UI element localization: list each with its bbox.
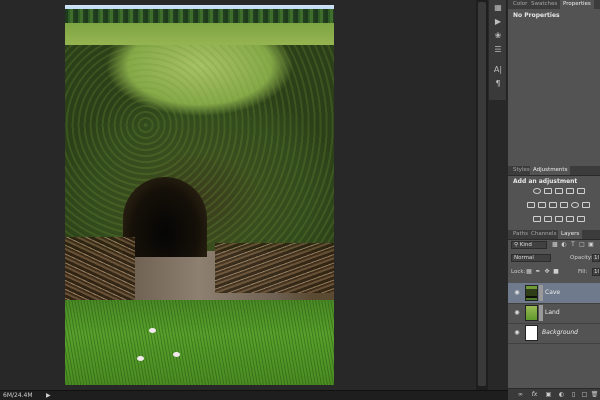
- add-mask-icon[interactable]: ▣: [544, 391, 553, 399]
- black-white-icon[interactable]: [549, 202, 557, 208]
- tab-channels[interactable]: Channels: [528, 230, 559, 239]
- lock-label: Lock:: [511, 269, 526, 275]
- gradient-map-icon[interactable]: [577, 216, 585, 222]
- new-layer-icon[interactable]: □: [580, 391, 589, 399]
- layer-filter-value: Kind: [519, 242, 532, 248]
- canvas-grass: [65, 300, 334, 385]
- layer-name[interactable]: Background: [542, 329, 578, 336]
- brightness-contrast-icon[interactable]: [533, 188, 541, 194]
- fill-field[interactable]: 10: [592, 268, 600, 276]
- visibility-eye-icon[interactable]: ◉: [513, 289, 521, 296]
- layer-row-background[interactable]: ◉ Background: [508, 323, 600, 344]
- threshold-icon[interactable]: [555, 216, 563, 222]
- opacity-label: Opacity:: [570, 255, 593, 261]
- opacity-value: 10: [594, 255, 599, 261]
- actions-play-icon[interactable]: ▶: [492, 17, 504, 27]
- tab-properties[interactable]: Properties: [560, 0, 594, 9]
- canvas-tunnel: [123, 177, 207, 257]
- layer-filter-select[interactable]: ⚲ Kind: [511, 241, 547, 249]
- posterize-icon[interactable]: [544, 216, 552, 222]
- adjustment-filter-icon[interactable]: ◐: [561, 242, 567, 248]
- fill-value: 10: [594, 269, 599, 275]
- adjustments-title: Add an adjustment: [513, 178, 578, 185]
- status-menu-arrow-icon[interactable]: ▶: [46, 392, 51, 399]
- smart-object-badge-icon: [539, 285, 543, 301]
- panel-dock: Color Swatches Properties No Properties …: [508, 0, 600, 400]
- invert-icon[interactable]: [533, 216, 541, 222]
- link-layers-icon[interactable]: ∞: [516, 391, 525, 399]
- layers-panel: ⚲ Kind ▩ ◐ T □ ▣ Normal Opacity: 10 Lock…: [508, 239, 600, 389]
- curves-icon[interactable]: [555, 188, 563, 194]
- visibility-eye-icon[interactable]: ◉: [513, 329, 521, 336]
- status-bar: 6M/24.4M ▶: [0, 390, 508, 400]
- canvas-sticks-right: [215, 243, 334, 293]
- history-icon[interactable]: ▦: [492, 3, 504, 13]
- new-group-icon[interactable]: ▯: [569, 391, 578, 399]
- layers-footer: ∞ fx ▣ ◐ ▯ □ 🗑: [508, 388, 600, 400]
- layer-name[interactable]: Cave: [545, 289, 560, 296]
- selective-color-icon[interactable]: [566, 216, 574, 222]
- tab-layers[interactable]: Layers: [558, 230, 583, 239]
- paragraph-icon[interactable]: ¶: [492, 79, 504, 89]
- smart-object-badge-icon: [539, 305, 543, 321]
- pixel-filter-icon[interactable]: ▩: [552, 242, 558, 248]
- photo-filter-icon[interactable]: [560, 202, 568, 208]
- canvas-flower: [149, 328, 156, 333]
- properties-message: No Properties: [513, 12, 560, 19]
- color-balance-icon[interactable]: [538, 202, 546, 208]
- delete-layer-icon[interactable]: 🗑: [590, 391, 599, 399]
- opacity-field[interactable]: 10: [592, 254, 600, 262]
- document-canvas[interactable]: [65, 5, 334, 385]
- type-filter-icon[interactable]: T: [570, 242, 576, 248]
- exposure-icon[interactable]: [566, 188, 574, 194]
- layer-name[interactable]: Land: [545, 309, 560, 316]
- layer-thumbnail: [525, 325, 538, 341]
- tab-swatches[interactable]: Swatches: [528, 0, 560, 9]
- search-icon: ⚲: [514, 242, 519, 248]
- layer-style-icon[interactable]: fx: [530, 391, 539, 399]
- properties-panel: No Properties: [508, 9, 600, 165]
- character-icon[interactable]: A|: [492, 65, 504, 75]
- document-size[interactable]: 6M/24.4M: [3, 392, 33, 399]
- tab-adjustments[interactable]: Adjustments: [530, 166, 571, 175]
- visibility-eye-icon[interactable]: ◉: [513, 309, 521, 316]
- scrollbar-thumb[interactable]: [478, 2, 486, 386]
- color-lookup-icon[interactable]: [582, 202, 590, 208]
- blend-mode-select[interactable]: Normal: [511, 254, 551, 262]
- tool-presets-icon[interactable]: ☰: [492, 45, 504, 55]
- smart-object-filter-icon[interactable]: ▣: [588, 242, 594, 248]
- layer-row-cave[interactable]: ◉ Cave: [508, 283, 600, 304]
- layer-row-land[interactable]: ◉ Land: [508, 303, 600, 324]
- vibrance-icon[interactable]: [577, 188, 585, 194]
- shape-filter-icon[interactable]: □: [579, 242, 585, 248]
- hue-saturation-icon[interactable]: [527, 202, 535, 208]
- layer-thumbnail: [525, 285, 538, 301]
- layer-thumbnail: [525, 305, 538, 321]
- levels-icon[interactable]: [544, 188, 552, 194]
- panel-icon-strip: ▦ ▶ ❀ ☰ A| ¶: [489, 0, 507, 100]
- canvas-flower: [137, 356, 144, 361]
- new-adjustment-layer-icon[interactable]: ◐: [557, 391, 566, 399]
- lock-transparent-icon[interactable]: ▦: [526, 269, 532, 275]
- channel-mixer-icon[interactable]: [571, 202, 579, 208]
- fill-label: Fill:: [578, 269, 588, 275]
- canvas-flower: [173, 352, 180, 357]
- lock-all-icon[interactable]: ■: [553, 269, 559, 275]
- adjustments-panel: Add an adjustment: [508, 175, 600, 230]
- canvas-sticks-left: [65, 237, 135, 303]
- lock-pixels-icon[interactable]: ✒: [535, 269, 541, 275]
- blend-mode-value: Normal: [514, 255, 534, 261]
- brush-presets-icon[interactable]: ❀: [492, 31, 504, 41]
- lock-position-icon[interactable]: ✥: [544, 269, 550, 275]
